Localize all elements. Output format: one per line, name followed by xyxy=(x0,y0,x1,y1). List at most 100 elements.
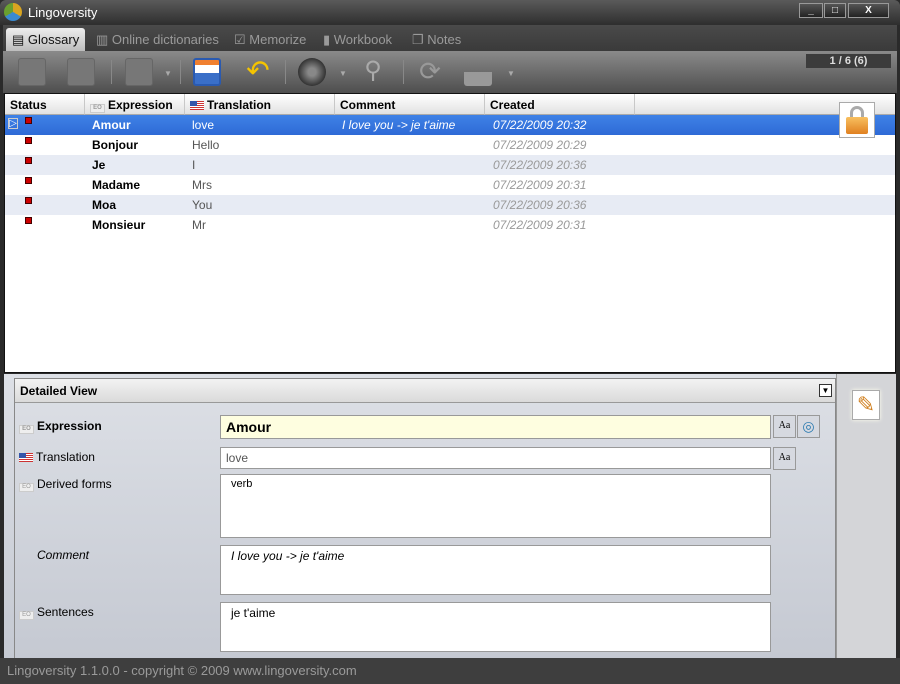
status-indicator xyxy=(25,157,32,164)
cell-expression: Bonjour xyxy=(92,138,138,152)
eo-language-icon: EO xyxy=(19,425,34,434)
column-header-expression[interactable]: EO Expression xyxy=(85,94,185,115)
column-header-created[interactable]: Created xyxy=(485,94,635,115)
sentences-label: EO Sentences xyxy=(19,605,94,620)
tab-notes[interactable]: ❐ Notes xyxy=(406,28,467,51)
translation-label: Translation xyxy=(19,450,95,464)
edit-notes-pencil-icon[interactable]: ✎ xyxy=(852,390,880,420)
table-row[interactable]: Monsieur Mr 07/22/2009 20:31 xyxy=(5,215,895,235)
eo-language-icon: EO xyxy=(19,483,34,492)
derived-forms-label: EO Derived forms xyxy=(19,477,112,492)
sentences-textarea[interactable]: je t'aime xyxy=(220,602,771,652)
row-indicator-icon: ▷ xyxy=(8,118,18,129)
cell-expression: Amour xyxy=(92,118,131,132)
comment-textarea[interactable]: I love you -> je t'aime xyxy=(220,545,771,595)
import-dropdown-icon[interactable]: ▼ xyxy=(507,69,515,78)
edit-entry-icon[interactable] xyxy=(67,58,95,86)
cell-created: 07/22/2009 20:36 xyxy=(493,198,587,212)
audio-icon[interactable] xyxy=(298,58,326,86)
window-title: Lingoversity xyxy=(28,5,98,20)
books-icon: ▥ xyxy=(96,32,112,47)
side-panel: ✎ xyxy=(836,374,896,658)
lock-icon[interactable] xyxy=(839,102,875,138)
font-button[interactable]: Aa xyxy=(773,415,796,438)
column-header-comment[interactable]: Comment xyxy=(335,94,485,115)
audio-dropdown-icon[interactable]: ▼ xyxy=(339,69,347,78)
translation-input[interactable]: love xyxy=(220,447,771,469)
record-counter: 1 / 6 (6) xyxy=(806,54,891,68)
detailed-view-panel: Detailed View ▼ EO Expression Amour Aa ◎ … xyxy=(14,378,836,658)
status-indicator xyxy=(25,217,32,224)
status-indicator xyxy=(25,117,32,124)
toolbar-separator xyxy=(403,60,404,84)
notes-icon: ❐ xyxy=(412,32,428,47)
detail-area: Detailed View ▼ EO Expression Amour Aa ◎ … xyxy=(4,374,896,658)
checkbox-icon: ☑ xyxy=(234,32,250,47)
cell-created: 07/22/2009 20:29 xyxy=(493,138,587,152)
toolbar-separator xyxy=(111,60,112,84)
expression-input[interactable]: Amour xyxy=(220,415,771,439)
table-row[interactable]: Bonjour Hello 07/22/2009 20:29 xyxy=(5,135,895,155)
cell-translation: I xyxy=(192,158,196,172)
list-icon: ▤ xyxy=(12,32,28,47)
delete-entry-icon[interactable] xyxy=(125,58,153,86)
toolbar-separator xyxy=(180,60,181,84)
cell-created: 07/22/2009 20:31 xyxy=(493,178,587,192)
workbook-icon: ▮ xyxy=(323,32,334,47)
table-row[interactable]: ▷ Amour love I love you -> je t'aime 07/22/2… xyxy=(5,115,895,135)
status-indicator xyxy=(25,197,32,204)
tab-glossary[interactable]: ▤ Glossary xyxy=(6,28,86,51)
undo-icon[interactable]: ↶ xyxy=(244,57,272,86)
cell-translation: You xyxy=(192,198,213,212)
collapse-chevron-icon[interactable]: ▼ xyxy=(819,384,832,397)
status-bar: Lingoversity 1.1.0.0 - copyright © 2009 … xyxy=(0,658,900,684)
detailed-view-header: Detailed View xyxy=(15,379,835,403)
sync-icon[interactable]: ⟳ xyxy=(416,58,444,86)
add-entry-icon[interactable] xyxy=(18,58,46,86)
status-indicator xyxy=(25,177,32,184)
status-indicator xyxy=(25,137,32,144)
cell-created: 07/22/2009 20:31 xyxy=(493,218,587,232)
us-flag-icon xyxy=(19,453,33,462)
tab-workbook[interactable]: ▮ Workbook xyxy=(317,28,398,51)
toolbar: ▼ ↶ ▼ ⚲ ⟳ ▼ xyxy=(3,51,897,93)
cell-translation: Mrs xyxy=(192,178,212,192)
derived-forms-textarea[interactable]: verb xyxy=(220,474,771,538)
cell-translation: love xyxy=(192,118,215,132)
column-header-status[interactable]: Status xyxy=(5,94,85,115)
cell-created: 07/22/2009 20:32 xyxy=(493,118,587,132)
us-flag-icon xyxy=(190,101,204,110)
cell-translation: Hello xyxy=(192,138,220,152)
table-row[interactable]: Moa You 07/22/2009 20:36 xyxy=(5,195,895,215)
expression-label: EO Expression xyxy=(19,419,102,434)
glossary-table: Status EO Expression Translation Comment … xyxy=(4,93,896,373)
comment-label: Comment xyxy=(37,548,90,562)
cell-created: 07/22/2009 20:36 xyxy=(493,158,587,172)
search-icon[interactable]: ⚲ xyxy=(359,58,387,86)
delete-dropdown-icon[interactable]: ▼ xyxy=(164,69,172,78)
cell-comment: I love you -> je t'aime xyxy=(342,118,456,132)
tab-online-dictionaries[interactable]: ▥ Online dictionaries xyxy=(90,28,225,51)
table-row[interactable]: Je I 07/22/2009 20:36 xyxy=(5,155,895,175)
cell-expression: Je xyxy=(92,158,106,172)
cell-expression: Monsieur xyxy=(92,218,146,232)
save-icon[interactable] xyxy=(193,58,221,86)
table-row[interactable]: Madame Mrs 07/22/2009 20:31 xyxy=(5,175,895,195)
eo-language-icon: EO xyxy=(90,104,105,113)
cell-translation: Mr xyxy=(192,218,206,232)
import-icon[interactable] xyxy=(464,58,492,86)
column-header-translation[interactable]: Translation xyxy=(185,94,335,115)
cell-expression: Madame xyxy=(92,178,141,192)
eo-language-icon: EO xyxy=(19,611,34,620)
toolbar-separator xyxy=(285,60,286,84)
close-button[interactable]: X xyxy=(848,3,889,18)
app-logo-icon xyxy=(4,3,22,21)
font-button[interactable]: Aa xyxy=(773,447,796,470)
minimize-button[interactable]: _ xyxy=(799,3,823,18)
tab-memorize[interactable]: ☑ Memorize xyxy=(228,28,312,51)
lookup-icon[interactable]: ◎ xyxy=(797,415,820,438)
title-bar: Lingoversity _ □ X xyxy=(0,0,900,25)
maximize-button[interactable]: □ xyxy=(824,3,846,18)
tab-bar: ▤ Glossary ▥ Online dictionaries ☑ Memor… xyxy=(3,25,897,51)
cell-expression: Moa xyxy=(92,198,116,212)
